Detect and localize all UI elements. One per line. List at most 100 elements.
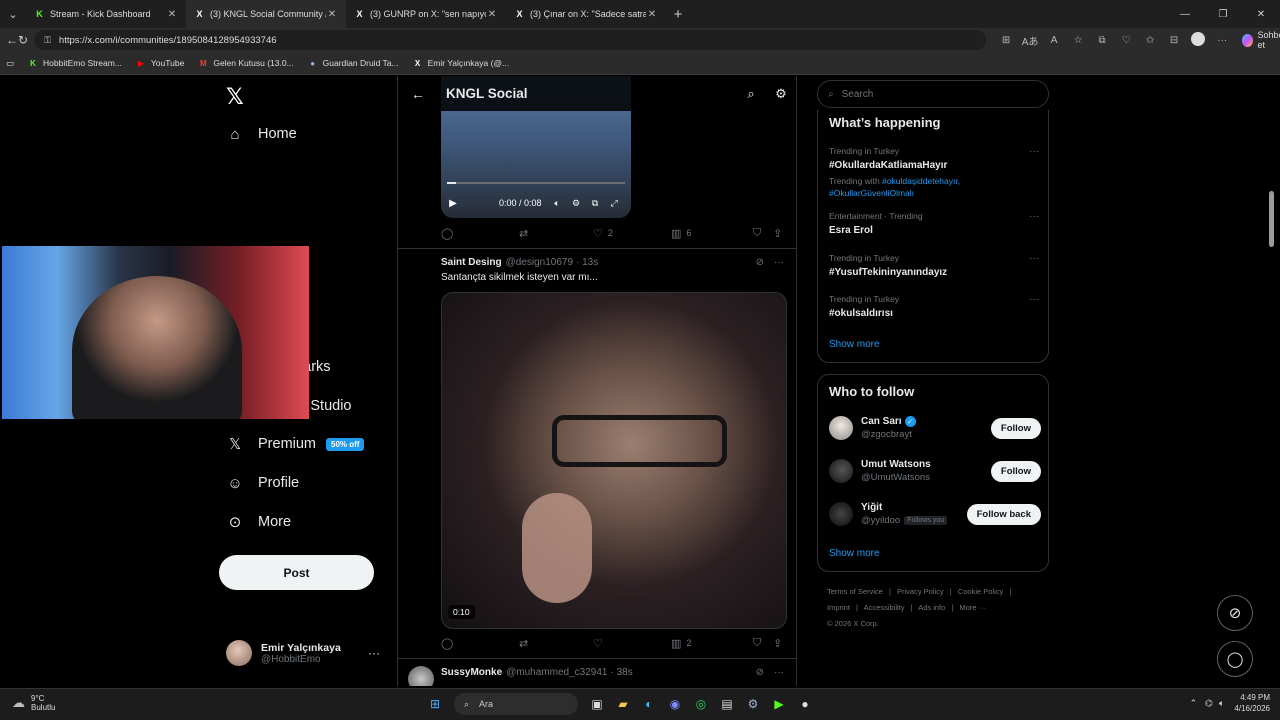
close-tab-icon[interactable]: ✕: [646, 9, 658, 20]
bookmark-item[interactable]: M Gelen Kutusu (13.0...: [198, 58, 294, 68]
maximize-icon[interactable]: ❐: [1204, 9, 1242, 20]
bookmark-button[interactable]: ⛉: [753, 637, 773, 650]
reload-icon[interactable]: ↻: [18, 33, 28, 47]
back-arrow-icon[interactable]: ←: [6, 33, 18, 47]
nav-premium[interactable]: 𝕏 Premium 50% off: [226, 429, 365, 459]
account-switcher[interactable]: Emir Yalçınkaya @HobbitEmo ···: [226, 640, 386, 666]
close-window-icon[interactable]: ✕: [1242, 9, 1280, 20]
footer-link[interactable]: Terms of Service: [827, 587, 883, 596]
search-icon[interactable]: ⌕: [736, 86, 766, 102]
close-tab-icon[interactable]: ✕: [166, 9, 178, 20]
bookmark-item[interactable]: ● Guardian Druid Ta...: [308, 58, 398, 68]
tweet-author-handle[interactable]: @design10679: [506, 257, 573, 268]
settings-icon[interactable]: ⚙: [567, 198, 586, 209]
follow-button[interactable]: Follow: [990, 460, 1041, 482]
follow-back-button[interactable]: Follow back: [966, 503, 1041, 525]
follow-suggestion[interactable]: Can Sarı ✓ @zgocbrayt Follow: [829, 413, 1041, 443]
follow-suggestion[interactable]: Yiğit @yyildoo Follows you Follow back: [829, 499, 1041, 529]
grok-fab-button[interactable]: ⊘: [1217, 595, 1253, 631]
taskbar-clock[interactable]: 4:49 PM 4/16/2026: [1234, 692, 1270, 714]
browser-tab-kngl[interactable]: X (3) KNGL Social Community / X ✕: [186, 0, 346, 28]
more-dots-icon[interactable]: ···: [1029, 294, 1039, 305]
reply-button[interactable]: ◯: [441, 227, 519, 240]
file-explorer-icon[interactable]: ▰: [612, 693, 634, 715]
grok-icon[interactable]: ⊘: [756, 257, 764, 268]
tweet-author-name[interactable]: Saint Desing: [441, 257, 502, 268]
share-button[interactable]: ⇪: [773, 227, 787, 240]
network-icon[interactable]: ⌬: [1205, 698, 1213, 709]
browser-tab-kick[interactable]: K Stream - Kick Dashboard ✕: [26, 0, 186, 28]
nav-home[interactable]: ⌂ Home: [226, 119, 296, 149]
like-button[interactable]: ♡ 2: [593, 227, 671, 240]
trend-item[interactable]: Trending in Turkey #YusufTekininyanınday…: [829, 253, 1039, 278]
tab-sidebar-icon[interactable]: ▭: [6, 58, 14, 69]
tweet-author-name[interactable]: SussyMonke: [441, 667, 502, 678]
footer-link[interactable]: Accessibility: [864, 603, 905, 612]
tweet-video[interactable]: 0:10: [441, 292, 787, 629]
more-dots-icon[interactable]: ···: [1029, 211, 1039, 222]
show-more-link[interactable]: Show more: [829, 548, 880, 559]
trend-item[interactable]: Entertainment · Trending Esra Erol ···: [829, 211, 1039, 236]
favorite-star-icon[interactable]: ☆: [1066, 35, 1090, 46]
share-button[interactable]: ⇪: [773, 637, 787, 650]
trend-item[interactable]: Trending in Turkey #OkullardaKatliamaHay…: [829, 146, 1039, 199]
play-icon[interactable]: ▶: [441, 198, 465, 209]
close-tab-icon[interactable]: ✕: [326, 9, 338, 20]
grok-icon[interactable]: ⊘: [756, 667, 764, 678]
avatar[interactable]: [408, 666, 434, 686]
x-logo-icon[interactable]: 𝕏: [226, 84, 244, 110]
gear-icon[interactable]: ⚙: [766, 86, 796, 102]
volume-icon[interactable]: 🔈︎: [1219, 698, 1224, 709]
favorites-icon[interactable]: ✩: [1138, 35, 1162, 46]
collections-icon[interactable]: ⊟: [1162, 35, 1186, 46]
footer-link[interactable]: Imprint: [827, 603, 850, 612]
more-dots-icon[interactable]: ···: [774, 257, 784, 268]
nav-more[interactable]: ⊙ More: [226, 507, 291, 537]
spotify-icon[interactable]: ◎: [690, 693, 712, 715]
page-scrollbar[interactable]: [1268, 76, 1276, 686]
edge-icon[interactable]: ◐: [638, 693, 660, 715]
taskbar-search[interactable]: ⌕ Ara: [454, 693, 578, 715]
follow-suggestion[interactable]: Umut Watsons @UmutWatsons Follow: [829, 456, 1041, 486]
nav-profile[interactable]: ☺ Profile: [226, 468, 299, 498]
profile-icon[interactable]: [1186, 31, 1210, 49]
weather-widget[interactable]: ☁ 9°C Bulutlu: [12, 694, 55, 712]
repost-button[interactable]: ⇄: [519, 227, 593, 240]
browser-tab-cinar[interactable]: X (3) Çınar on X: "Sadece satranç atı ✕: [506, 0, 666, 28]
footer-link[interactable]: Ads info: [918, 603, 945, 612]
close-tab-icon[interactable]: ✕: [486, 9, 498, 20]
views-button[interactable]: ▥ 6: [671, 227, 753, 240]
volume-icon[interactable]: 🔈︎: [548, 198, 567, 209]
tab-actions-menu-icon[interactable]: ⌄: [0, 0, 26, 28]
trend-item[interactable]: Trending in Turkey #okulsaldırısı ···: [829, 294, 1039, 319]
translate-icon[interactable]: Aあ: [1018, 33, 1042, 48]
obs-icon[interactable]: ●: [794, 693, 816, 715]
pip-icon[interactable]: ⧉: [586, 198, 605, 209]
tweet-time[interactable]: · 38s: [610, 667, 632, 678]
more-dots-icon[interactable]: ···: [1029, 146, 1039, 157]
show-more-link[interactable]: Show more: [829, 339, 880, 350]
back-arrow-icon[interactable]: ←: [398, 86, 438, 102]
video-scrubber[interactable]: [447, 182, 625, 184]
footer-link[interactable]: Privacy Policy: [897, 587, 944, 596]
bookmark-item[interactable]: ▶ YouTube: [136, 58, 184, 68]
tray-chevron-icon[interactable]: ⌃: [1190, 698, 1198, 709]
bookmark-item[interactable]: X Emir Yalçınkaya (@...: [413, 58, 509, 68]
browser-essentials-icon[interactable]: ♡: [1114, 35, 1138, 46]
scrollbar-thumb[interactable]: [1269, 191, 1274, 247]
browser-tab-gunrp[interactable]: X (3) GUNRP on X: "sen napıyordun ✕: [346, 0, 506, 28]
kick-app-icon[interactable]: ▶: [768, 693, 790, 715]
site-info-icon[interactable]: ⚿: [44, 35, 51, 46]
reply-button[interactable]: ◯: [441, 637, 519, 650]
more-dots-icon[interactable]: ···: [1029, 253, 1039, 264]
split-screen-icon[interactable]: ⊞: [994, 35, 1018, 46]
repost-button[interactable]: ⇄: [519, 637, 593, 650]
terminal-icon[interactable]: ▤: [716, 693, 738, 715]
tweet-author-handle[interactable]: @muhammed_c32941: [506, 667, 607, 678]
extensions-icon[interactable]: ⧉: [1090, 35, 1114, 46]
like-button[interactable]: ♡: [593, 637, 671, 650]
footer-link[interactable]: Cookie Policy: [958, 587, 1003, 596]
url-field[interactable]: ⚿ https://x.com/i/communities/1895084128…: [34, 30, 987, 50]
more-menu-icon[interactable]: ···: [1210, 35, 1234, 46]
follow-button[interactable]: Follow: [990, 417, 1041, 439]
